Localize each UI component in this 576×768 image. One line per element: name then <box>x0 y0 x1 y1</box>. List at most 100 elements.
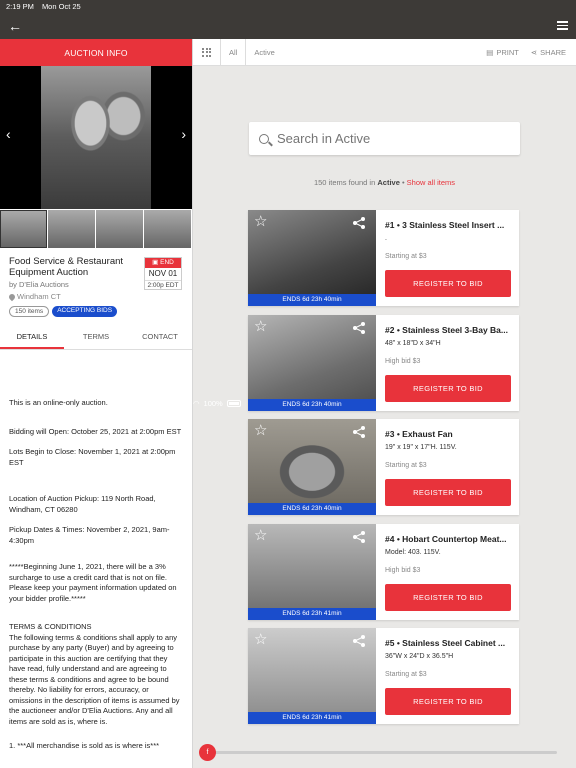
results-summary: 150 items found in Active • Show all ite… <box>193 178 576 187</box>
share-icon[interactable] <box>352 425 366 439</box>
lot-card[interactable]: ☆ ENDS 6d 23h 40min #3 • Exhaust Fan 19"… <box>248 419 519 515</box>
lot-ends-timer: ENDS 6d 23h 41min <box>248 608 376 620</box>
print-button[interactable]: ▤ PRINT <box>486 48 519 57</box>
chevron-left-icon[interactable]: ‹ <box>6 126 11 142</box>
items-count-badge: 150 items <box>9 306 50 317</box>
calendar-icon: ▣ <box>152 259 159 266</box>
app-bar: ← <box>0 12 576 39</box>
details-paragraph: Bidding will Open: October 25, 2021 at 2… <box>9 426 182 436</box>
auction-info-tab[interactable]: AUCTION INFO <box>0 39 192 66</box>
star-icon[interactable]: ☆ <box>254 319 267 334</box>
lot-title[interactable]: #5 • Stainless Steel Cabinet ... <box>385 638 513 648</box>
lot-card[interactable]: ☆ ENDS 6d 23h 40min #2 • Stainless Steel… <box>248 315 519 411</box>
map-pin-icon <box>7 292 17 301</box>
lot-title[interactable]: #3 • Exhaust Fan <box>385 429 513 439</box>
register-to-bid-button[interactable]: REGISTER TO BID <box>385 584 511 611</box>
lot-description: . <box>385 235 387 242</box>
share-icon[interactable] <box>352 634 366 648</box>
details-paragraph: Location of Auction Pickup: 119 North Ro… <box>9 494 156 514</box>
details-paragraph: *****Beginning June 1, 2021, there will … <box>9 562 177 603</box>
scroll-track[interactable] <box>201 751 557 754</box>
details-paragraph: Lots Begin to Close: November 1, 2021 at… <box>9 447 176 467</box>
info-tabs: DETAILS TERMS CONTACT <box>0 324 192 350</box>
scroll-handle[interactable]: f <box>199 744 216 761</box>
lot-card[interactable]: ☆ ENDS 6d 23h 40min #1 • 3 Stainless Ste… <box>248 210 519 306</box>
tab-details[interactable]: DETAILS <box>0 324 64 349</box>
status-date: Mon Oct 25 <box>41 1 81 11</box>
lot-title[interactable]: #1 • 3 Stainless Steel Insert ... <box>385 220 513 230</box>
end-time: 2:00p EDT <box>145 280 181 291</box>
register-to-bid-button[interactable]: REGISTER TO BID <box>385 688 511 715</box>
star-icon[interactable]: ☆ <box>254 214 267 229</box>
share-icon[interactable] <box>352 321 366 335</box>
grid-icon[interactable] <box>193 38 221 66</box>
details-paragraph: Pickup Dates & Times: November 2, 2021, … <box>9 525 170 545</box>
status-bar: 2:19 PM Mon Oct 25 ◠ 100% <box>0 0 576 408</box>
print-label: PRINT <box>496 47 519 57</box>
breadcrumb-active[interactable]: Active <box>246 39 282 66</box>
lot-description: 36"W x 24"D x 36.5"H <box>385 653 454 660</box>
lot-bid: High bid $3 <box>385 358 421 365</box>
auction-title: Food Service & Restaurant Equipment Auct… <box>9 256 124 278</box>
star-icon[interactable]: ☆ <box>254 632 267 647</box>
share-icon: ⋖ <box>530 47 538 57</box>
lot-bid: Starting at $3 <box>385 253 427 260</box>
photo-thumbnails <box>0 210 192 248</box>
lot-bid: Starting at $3 <box>385 462 427 469</box>
chevron-right-icon[interactable]: › <box>181 126 186 142</box>
lot-title[interactable]: #4 • Hobart Countertop Meat... <box>385 534 513 544</box>
lot-description: Model: 403. 115V. <box>385 549 441 556</box>
tab-contact[interactable]: CONTACT <box>128 324 192 349</box>
auction-location: Windham CT <box>7 292 183 301</box>
lots-panel: All Active ▤PRINT ⋖SHARE 150 items found… <box>193 38 576 768</box>
lot-description: 19" x 19" x 17"H. 115V. <box>385 444 457 451</box>
location-text: Windham CT <box>17 292 61 301</box>
lot-card[interactable]: ☆ ENDS 6d 23h 41min #4 • Hobart Countert… <box>248 524 519 620</box>
thumbnail[interactable] <box>48 210 95 248</box>
results-sep: • <box>399 178 407 187</box>
lot-description: 48" x 18"D x 34"H <box>385 340 441 347</box>
search-icon <box>259 133 269 144</box>
lots-toolbar: All Active ▤ PRINT ⋖ SHARE <box>193 38 576 66</box>
lot-title[interactable]: #2 • Stainless Steel 3-Bay Ba... <box>385 325 513 335</box>
star-icon[interactable]: ☆ <box>254 423 267 438</box>
printer-icon: ▤ <box>486 47 494 57</box>
details-paragraph: 1. ***All merchandise is sold as is wher… <box>9 741 160 750</box>
end-date: NOV 01 <box>148 269 178 278</box>
thumbnail[interactable] <box>0 210 47 248</box>
arrow-left-icon[interactable]: ← <box>8 19 22 33</box>
status-badge: ACCEPTING BIDS <box>52 306 118 317</box>
results-filter: Active <box>377 178 400 187</box>
lot-card[interactable]: ☆ ENDS 6d 23h 41min #5 • Stainless Steel… <box>248 628 519 724</box>
hamburger-icon[interactable] <box>557 19 568 32</box>
end-label-text: END <box>160 259 174 266</box>
share-icon[interactable] <box>352 530 366 544</box>
share-button[interactable]: ⋖ SHARE <box>531 48 566 57</box>
search-input[interactable] <box>277 131 497 146</box>
star-icon[interactable]: ☆ <box>254 528 267 543</box>
thumbnail[interactable] <box>96 210 143 248</box>
toolbar-actions: ▤ PRINT ⋖ SHARE <box>486 48 576 57</box>
auction-header: Food Service & Restaurant Equipment Auct… <box>0 248 192 318</box>
end-label: ▣ END <box>145 258 181 268</box>
auction-photo <box>41 66 151 209</box>
tab-terms[interactable]: TERMS <box>64 324 128 349</box>
register-to-bid-button[interactable]: REGISTER TO BID <box>385 479 511 506</box>
thumbnail[interactable] <box>144 210 191 248</box>
lot-ends-timer: ENDS 6d 23h 41min <box>248 712 376 724</box>
breadcrumb-all[interactable]: All <box>221 38 247 66</box>
search-box[interactable] <box>249 122 520 155</box>
share-label: SHARE <box>540 47 566 57</box>
lot-ends-timer: ENDS 6d 23h 40min <box>248 503 376 515</box>
show-all-link[interactable]: Show all items <box>407 178 455 187</box>
auction-details-text: This is an online-only auction. Bidding … <box>0 350 192 752</box>
details-paragraph: TERMS & CONDITIONS The following terms &… <box>9 622 180 726</box>
lot-bid: High bid $3 <box>385 567 421 574</box>
details-paragraph: This is an online-only auction. <box>9 398 108 407</box>
register-to-bid-button[interactable]: REGISTER TO BID <box>385 270 511 297</box>
register-to-bid-button[interactable]: REGISTER TO BID <box>385 375 511 402</box>
auction-info-panel: AUCTION INFO ‹ › Food Service & Restaura… <box>0 39 193 768</box>
share-icon[interactable] <box>352 216 366 230</box>
auction-photo-carousel[interactable]: ‹ › <box>0 66 192 209</box>
results-count: 150 items found in <box>313 178 376 187</box>
